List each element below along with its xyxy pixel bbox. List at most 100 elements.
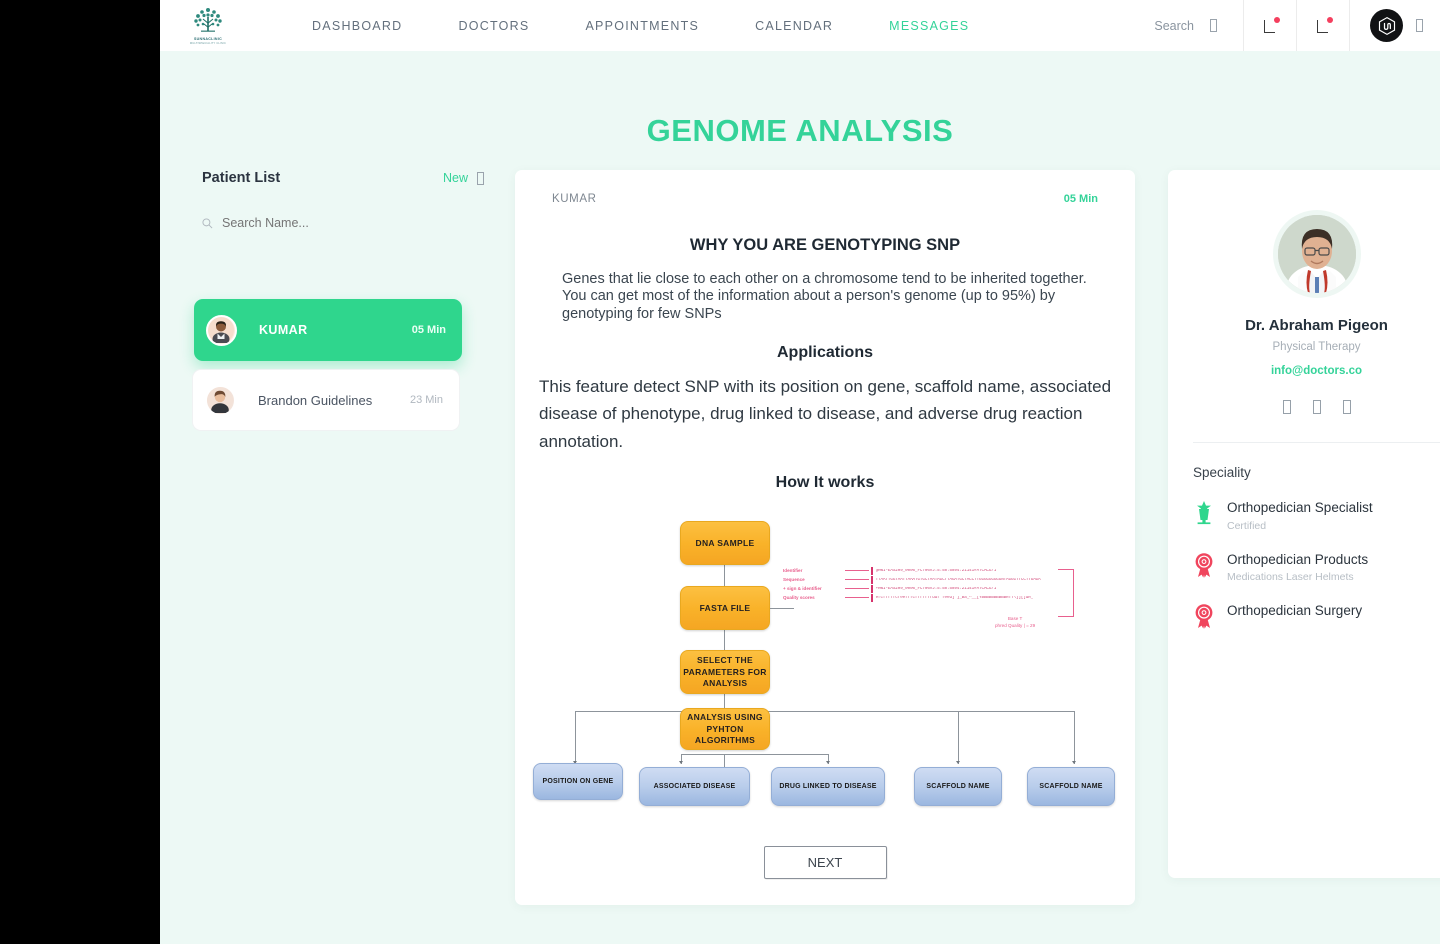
speciality-sub: Medications Laser Helmets: [1227, 571, 1354, 584]
flow-node-drug-linked-to-disease: DRUG LINKED TO DISEASE: [771, 767, 885, 807]
fasta-annotations: Identifier @HWI-EAS209_0006_FC706VJ:5:58…: [783, 566, 1128, 602]
avatar: [206, 314, 237, 346]
nav-links: DASHBOARD DOCTORS APPOINTMENTS CALENDAR …: [284, 19, 997, 33]
search-icon[interactable]: [1210, 19, 1217, 32]
plus-icon[interactable]: [477, 171, 484, 185]
fasta-quality-note: Base T phred Quality | = 29: [995, 616, 1035, 630]
notification-badge: [1273, 17, 1280, 23]
next-button[interactable]: NEXT: [763, 846, 887, 880]
search-icon: [202, 217, 213, 228]
speciality-label: Orthopedician Products: [1227, 551, 1369, 567]
fasta-anno-label: Identifier: [783, 568, 803, 574]
messages-button[interactable]: [1296, 0, 1349, 51]
main-layout: Patient List New Search Name... KUMAR 05…: [160, 170, 1440, 906]
fasta-anno-seq: efcfffffcfeefffcfffffffddf`feed]`]_Ba_^_…: [875, 595, 1034, 600]
patient-card-kumar[interactable]: KUMAR 05 Min: [194, 299, 462, 361]
facebook-icon[interactable]: [1282, 400, 1291, 414]
hexagon-logo-icon: [1378, 16, 1395, 35]
navbar-search[interactable]: Search: [1154, 0, 1243, 51]
message-time: 05 Min: [1063, 193, 1098, 205]
fasta-anno-seq: TTAATTGGTAATTAAATGTGCTAATAGCTTAGATGCTACC…: [875, 577, 1041, 582]
patient-time: 05 Min: [411, 324, 446, 336]
nav-link-calendar[interactable]: CALENDAR: [727, 19, 861, 33]
doctor-socials: [1193, 400, 1440, 414]
fasta-anno-label: + sign & identifier: [783, 586, 822, 592]
doctor-photo: [1277, 215, 1356, 293]
divider: [1193, 442, 1440, 443]
doctor-email[interactable]: info@doctors.co: [1193, 365, 1440, 377]
app-shell: SUNNACLINIC MULTISPECIALITY CLINIC DASHB…: [160, 0, 1440, 944]
message-heading: WHY YOU ARE GENOTYPING SNP: [689, 236, 961, 254]
linkedin-icon[interactable]: [1342, 400, 1351, 414]
fasta-note-line1: Base T: [1007, 616, 1023, 622]
applications-text: This feature detect SNP with its positio…: [539, 376, 1112, 451]
brand-logo[interactable]: SUNNACLINIC MULTISPECIALITY CLINIC: [160, 4, 256, 48]
avatar: [1370, 9, 1403, 42]
message-badge: [1326, 17, 1333, 23]
top-navbar: SUNNACLINIC MULTISPECIALITY CLINIC DASHB…: [160, 0, 1440, 51]
patient-list-header: Patient List New: [192, 170, 492, 186]
tree-logo-icon: [194, 7, 222, 32]
speciality-item-surgery[interactable]: Orthopedician Surgery: [1193, 603, 1440, 634]
user-menu[interactable]: [1349, 0, 1440, 51]
chevron-down-icon[interactable]: [1416, 19, 1423, 32]
speciality-item-specialist[interactable]: Orthopedician Specialist Certified: [1193, 500, 1440, 532]
flow-node-fasta-file: FASTA FILE: [680, 586, 770, 631]
patient-name: KUMAR: [259, 323, 308, 337]
patient-search[interactable]: [202, 216, 492, 230]
nav-link-appointments[interactable]: APPOINTMENTS: [557, 19, 727, 33]
flow-node-select-parameters: SELECT THE PARAMETERS FOR ANALYSIS: [680, 650, 770, 695]
avatar: [205, 384, 236, 416]
speciality-item-products[interactable]: Orthopedician Products Medications Laser…: [1193, 551, 1440, 584]
doctor-name: Dr. Abraham Pigeon: [1245, 317, 1388, 334]
message-paragraph: Genes that lie close to each other on a …: [562, 271, 1087, 322]
rosette-icon: [1193, 552, 1217, 583]
applications-heading: Applications: [776, 343, 873, 361]
genome-flowchart: DNA SAMPLE FASTA FILE SELECT THE PARAMET…: [525, 504, 1125, 824]
bell-icon: [1316, 17, 1333, 33]
fasta-anno-row: Quality scores efcfffffcfeefffcfffffffdd…: [783, 593, 1128, 602]
flow-node-analysis: ANALYSIS USING PYHTON ALGORITHMS: [680, 708, 770, 751]
nav-link-messages[interactable]: MESSAGES: [861, 19, 997, 33]
patient-list-panel: Patient List New Search Name... KUMAR 05…: [192, 170, 492, 431]
flow-node-scaffold-name-2: SCAFFOLD NAME: [1027, 767, 1115, 807]
fasta-quality-bracket: [1058, 569, 1074, 618]
fasta-anno-label: Sequence: [783, 577, 805, 583]
search-input[interactable]: [222, 216, 422, 230]
message-panel: KUMAR 05 Min WHY YOU ARE GENOTYPING SNP …: [492, 170, 1168, 906]
page-title: GENOME ANALYSIS: [646, 113, 954, 148]
doctor-avatar-ring: [1272, 210, 1361, 298]
fasta-anno-row: Sequence TTAATTGGTAATTAAATGTGCTAATAGCTTA…: [783, 575, 1128, 584]
patient-cards: KUMAR 05 Min Brandon Guidelines 23 Min: [192, 299, 492, 431]
new-patient-button[interactable]: New: [443, 171, 484, 185]
doctor-role: Physical Therapy: [1272, 341, 1361, 353]
new-label: New: [442, 171, 468, 185]
message-card-header: KUMAR 05 Min: [525, 190, 1125, 205]
nav-link-doctors[interactable]: DOCTORS: [430, 19, 557, 33]
doctor-panel: Dr. Abraham Pigeon Physical Therapy info…: [1168, 170, 1440, 878]
notifications-button[interactable]: [1243, 0, 1296, 51]
twitter-icon[interactable]: [1312, 400, 1321, 414]
bell-icon: [1263, 17, 1280, 33]
fasta-anno-seq: +HWI-EAS209_0006_FC706VJ:5:58:5894:21141…: [875, 586, 997, 591]
flow-node-dna-sample: DNA SAMPLE: [680, 521, 770, 566]
fasta-anno-seq: @HWI-EAS209_0006_FC706VJ:5:58:5894:21141…: [875, 568, 997, 573]
speciality-sub: Certified: [1227, 519, 1267, 532]
message-card: KUMAR 05 Min WHY YOU ARE GENOTYPING SNP …: [515, 170, 1135, 906]
nav-link-dashboard[interactable]: DASHBOARD: [284, 19, 430, 33]
patient-time: 23 Min: [409, 394, 443, 406]
patient-list-title: Patient List: [202, 170, 281, 186]
fasta-note-line2: phred Quality | = 29: [995, 623, 1036, 629]
flow-node-associated-disease: ASSOCIATED DISEASE: [639, 767, 750, 807]
rosette-icon: [1193, 603, 1217, 634]
navbar-right: Search: [1154, 0, 1440, 51]
fasta-anno-row: Identifier @HWI-EAS209_0006_FC706VJ:5:58…: [783, 566, 1128, 575]
brand-subtitle: MULTISPECIALITY CLINIC: [189, 42, 227, 46]
speciality-title: Speciality: [1193, 465, 1251, 480]
patient-card-brandon[interactable]: Brandon Guidelines 23 Min: [192, 369, 460, 431]
doctor-card: Dr. Abraham Pigeon Physical Therapy info…: [1168, 170, 1440, 878]
fasta-anno-row: + sign & identifier +HWI-EAS209_0006_FC7…: [783, 584, 1128, 593]
trophy-icon: [1193, 500, 1217, 531]
how-it-works-heading: How It works: [775, 474, 875, 492]
patient-name: Brandon Guidelines: [258, 392, 373, 408]
